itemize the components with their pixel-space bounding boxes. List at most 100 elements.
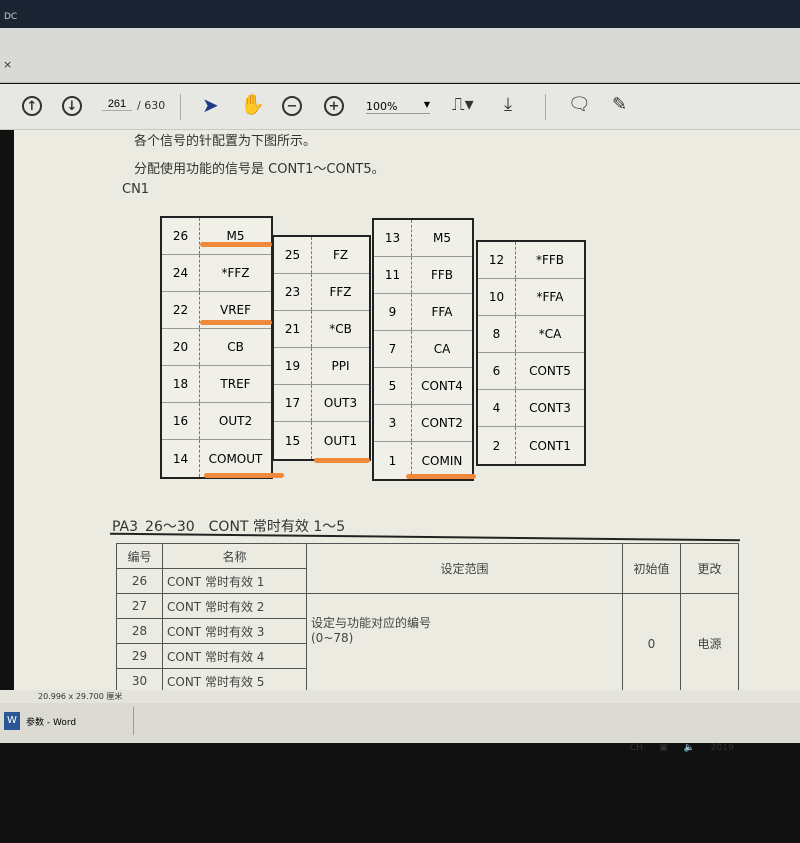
pin-row: 12 *FFB — [478, 242, 584, 279]
zoom-in-icon[interactable]: + — [324, 96, 344, 116]
pin-number: 7 — [374, 331, 412, 367]
taskbar-word-item[interactable]: W 参数 - Word — [4, 707, 134, 735]
pin-row: 15 OUT1 — [274, 422, 369, 459]
pin-signal: CONT1 — [529, 438, 571, 453]
pin-column: 13 M5 11 FFB 9 FFA 7 CA 5 CONT4 3 CONT2 1 COMIN — [372, 218, 474, 481]
network-icon[interactable]: ▣ — [659, 743, 668, 753]
col-header: 初始值 — [622, 543, 681, 594]
pin-number: 3 — [374, 405, 412, 441]
highlight-underline — [204, 473, 284, 478]
range-cell: 设定与功能对应的编号 (0~78) — [306, 593, 623, 694]
intro-line: 各个信号的针配置为下图所示。 — [134, 134, 317, 149]
pin-number: 18 — [162, 366, 200, 402]
comment-icon[interactable]: 🗨 — [568, 94, 591, 115]
col-header: 设定范围 — [306, 543, 623, 594]
pin-number: 10 — [478, 279, 516, 315]
app-title: DC — [4, 12, 18, 22]
pin-row: 14 COMOUT — [162, 440, 271, 477]
pin-signal: *FFZ — [221, 266, 250, 280]
pin-number: 20 — [162, 329, 200, 365]
window-titlebar: DC — [0, 0, 800, 30]
pin-row: 3 CONT2 — [374, 405, 472, 442]
tab-bar: × — [0, 28, 800, 83]
divider — [180, 94, 181, 120]
pin-number: 21 — [274, 311, 312, 347]
pin-number: 16 — [162, 403, 200, 439]
pin-column: 26 M5 24 *FFZ 22 VREF 20 CB 18 TREF 16 OUT2 14 COMOUT — [160, 216, 273, 479]
initial-value: 0 — [622, 593, 681, 694]
connector-label: CN1 — [122, 182, 150, 197]
pin-signal: CONT5 — [529, 364, 571, 378]
hand-icon[interactable]: ✋ — [240, 92, 265, 116]
zoom-value: 100% — [366, 100, 398, 113]
highlight-pen-icon[interactable]: ✎ — [612, 94, 627, 115]
pin-number: 6 — [478, 353, 516, 389]
range-values: (0~78) — [311, 631, 354, 645]
col-header: 编号 — [116, 543, 163, 569]
pin-number: 4 — [478, 390, 516, 426]
scroll-mode-icon[interactable]: ⤓ — [504, 94, 512, 115]
pin-row: 18 TREF — [162, 366, 271, 403]
pin-row: 23 FFZ — [274, 274, 369, 311]
pin-number: 12 — [478, 242, 516, 278]
pin-row: 26 M5 — [162, 218, 271, 255]
volume-icon[interactable]: 🔈 — [684, 743, 695, 753]
pin-signal: CB — [227, 340, 244, 354]
pin-number: 9 — [374, 294, 412, 330]
ime-indicator[interactable]: CH — [630, 743, 643, 753]
intro-line: 分配使用功能的信号是 CONT1～CONT5。 — [134, 162, 385, 177]
pin-signal: OUT1 — [323, 433, 358, 448]
pin-signal: M5 — [433, 231, 451, 245]
pin-row: 8 *CA — [478, 316, 584, 353]
pin-row: 17 OUT3 — [274, 385, 369, 422]
pin-number: 25 — [274, 237, 312, 273]
pin-row: 6 CONT5 — [478, 353, 584, 390]
pin-number: 11 — [374, 257, 412, 293]
pin-row: 9 FFA — [374, 294, 472, 331]
pin-number: 26 — [162, 218, 200, 254]
zoom-select[interactable]: 100% ▼ — [366, 100, 430, 114]
select-arrow-icon[interactable]: ➤ — [202, 93, 219, 117]
close-tab-button[interactable]: × — [3, 58, 12, 71]
change-condition: 电源 — [680, 593, 739, 694]
pin-row: 5 CONT4 — [374, 368, 472, 405]
next-page-icon[interactable]: ↓ — [62, 96, 82, 116]
pin-row: 24 *FFZ — [162, 255, 271, 292]
zoom-out-icon[interactable]: − — [282, 96, 302, 116]
pin-signal: PPI — [331, 359, 350, 373]
pin-signal: COMOUT — [208, 451, 263, 466]
previous-page-icon[interactable]: ↑ — [22, 96, 42, 116]
pin-number: 8 — [478, 316, 516, 352]
taskbar: W 参数 - Word CH ▣ 🔈 2019 — [0, 703, 800, 753]
pin-number: 23 — [274, 274, 312, 310]
pin-number: 22 — [162, 292, 200, 328]
pin-signal: *CB — [329, 322, 352, 336]
param-number: 26 — [116, 568, 163, 594]
pin-row: 25 FZ — [274, 237, 369, 274]
pin-column: 12 *FFB 10 *FFA 8 *CA 6 CONT5 4 CONT3 2 CONT1 — [476, 240, 586, 466]
fit-page-icon[interactable]: ⎍▾ — [452, 94, 474, 115]
pin-number: 17 — [274, 385, 312, 421]
pin-signal: CONT2 — [421, 416, 463, 430]
pin-signal: *FFB — [535, 253, 565, 267]
pin-signal: CONT3 — [529, 401, 571, 415]
parameter-table: 编号 名称 设定范围 初始值 更改 26 CONT 常时有效 1 27 CONT 常… — [116, 543, 739, 694]
pin-number: 13 — [374, 220, 412, 256]
param-name: CONT 常时有效 1 — [162, 568, 307, 594]
pin-row: 16 OUT2 — [162, 403, 271, 440]
param-number: 28 — [116, 618, 163, 644]
pin-row: 7 CA — [374, 331, 472, 368]
clock: 2019 — [710, 743, 734, 753]
pin-row: 20 CB — [162, 329, 271, 366]
page-number-input[interactable] — [102, 98, 132, 111]
highlight-underline — [200, 242, 272, 247]
pin-number: 15 — [274, 422, 312, 459]
word-icon: W — [4, 712, 20, 730]
pin-row: 19 PPI — [274, 348, 369, 385]
pin-number: 19 — [274, 348, 312, 384]
pin-row: 2 CONT1 — [478, 427, 584, 464]
page-total: / 630 — [137, 99, 166, 112]
param-name: CONT 常时有效 4 — [162, 643, 307, 669]
pin-signal: CA — [433, 342, 451, 356]
pin-row: 11 FFB — [374, 257, 472, 294]
